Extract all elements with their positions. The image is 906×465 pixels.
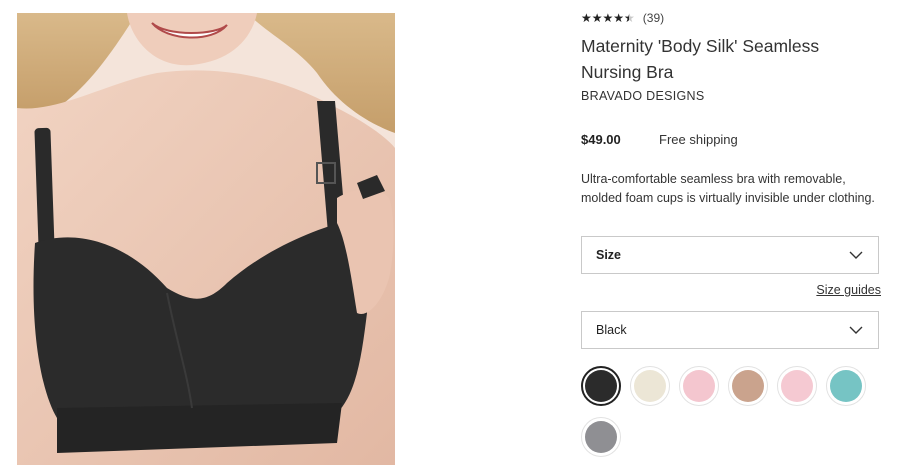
product-image[interactable] xyxy=(17,13,395,465)
color-swatch-grey[interactable] xyxy=(581,417,621,457)
review-count[interactable]: (39) xyxy=(643,11,664,25)
color-select-value: Black xyxy=(596,323,627,337)
shipping-note: Free shipping xyxy=(659,132,738,147)
color-swatch-black[interactable] xyxy=(581,366,621,406)
color-swatch-teal[interactable] xyxy=(826,366,866,406)
size-select-label: Size xyxy=(596,248,622,262)
color-swatch-cream[interactable] xyxy=(630,366,670,406)
price: $49.00 xyxy=(581,132,621,147)
star-rating-icon: ★★★★★ ★★★★★ xyxy=(581,11,635,25)
chevron-down-icon xyxy=(849,251,863,260)
product-photo-illustration xyxy=(17,13,395,465)
swatch-color-dot xyxy=(830,370,862,402)
product-description: Ultra-comfortable seamless bra with remo… xyxy=(581,172,875,205)
size-select[interactable]: Size xyxy=(581,236,879,274)
swatch-color-dot xyxy=(683,370,715,402)
swatch-color-dot xyxy=(781,370,813,402)
color-swatches xyxy=(581,366,881,457)
rating-summary[interactable]: ★★★★★ ★★★★★ (39) xyxy=(581,11,664,25)
color-select[interactable]: Black xyxy=(581,311,879,349)
color-swatch-pink[interactable] xyxy=(777,366,817,406)
product-title: Maternity 'Body Silk' Seamless Nursing B… xyxy=(581,36,820,82)
chevron-down-icon xyxy=(849,326,863,335)
color-swatch-light-pink[interactable] xyxy=(679,366,719,406)
swatch-color-dot xyxy=(585,370,617,402)
swatch-color-dot xyxy=(634,370,666,402)
color-swatch-tan[interactable] xyxy=(728,366,768,406)
swatch-color-dot xyxy=(732,370,764,402)
size-guides-link[interactable]: Size guides xyxy=(816,283,881,297)
brand-name[interactable]: BRAVADO DESIGNS xyxy=(581,89,705,103)
swatch-color-dot xyxy=(585,421,617,453)
